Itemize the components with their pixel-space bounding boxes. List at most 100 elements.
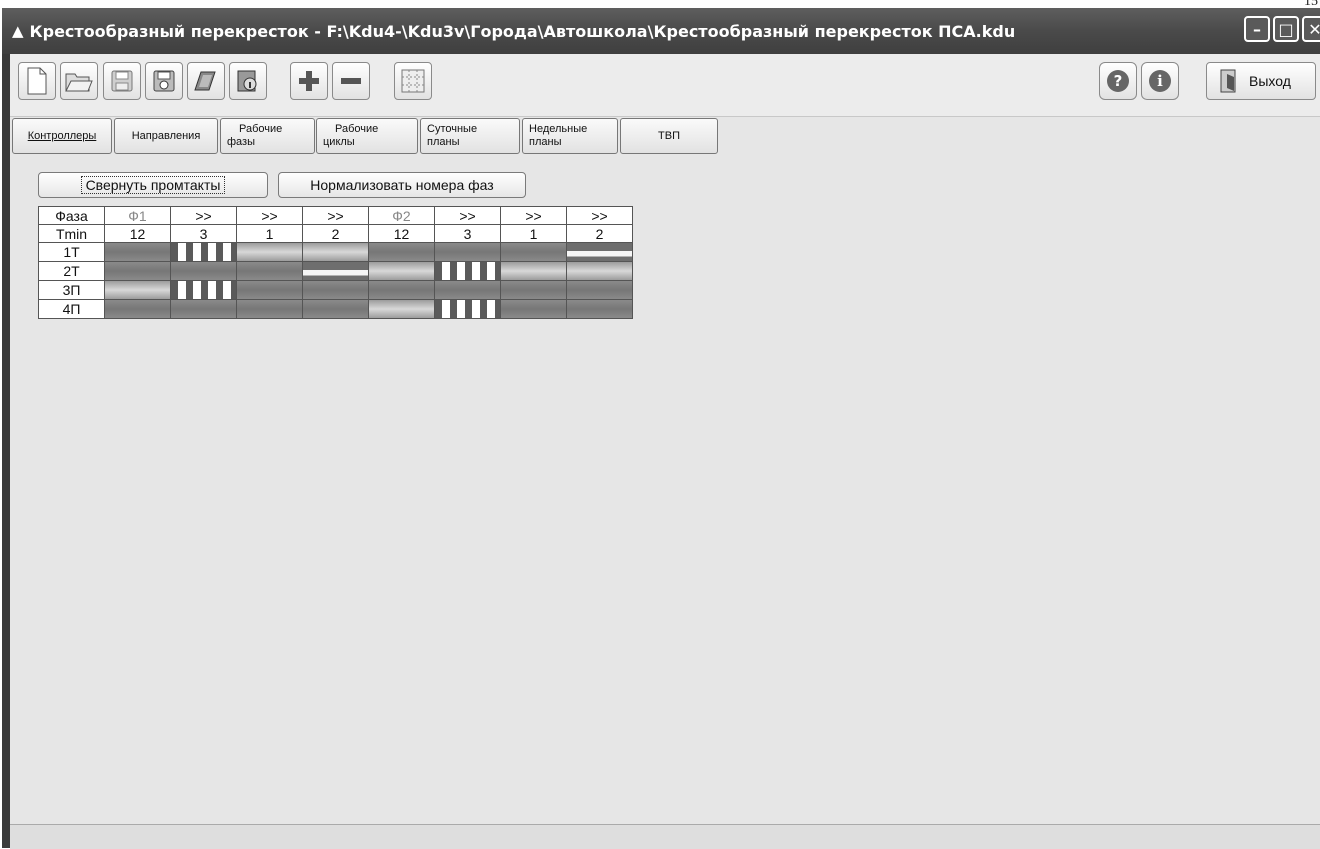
properties-icon: [237, 70, 257, 92]
info-icon: i: [1149, 70, 1171, 92]
signal-cell[interactable]: [500, 242, 567, 262]
tmin-row-label: Tmin: [38, 224, 105, 243]
exit-door-icon: [1220, 69, 1236, 93]
direction-row: 3П: [38, 280, 633, 300]
collapse-intertacts-button[interactable]: Свернуть промтакты: [38, 172, 268, 198]
intersection-button[interactable]: [394, 62, 432, 100]
tmin-cell[interactable]: 3: [434, 224, 501, 243]
phase-row-label: Фаза: [38, 206, 105, 225]
intersection-icon: [401, 69, 425, 93]
signal-cell[interactable]: [434, 261, 501, 281]
tab-daily-plans[interactable]: Суточные планы: [420, 118, 520, 154]
tmin-cell[interactable]: 2: [566, 224, 633, 243]
toolbar: ? i Выход: [10, 54, 1320, 117]
signal-cell[interactable]: [170, 280, 237, 300]
exit-button[interactable]: Выход: [1206, 62, 1316, 100]
remove-icon: [341, 78, 361, 84]
phase-cell[interactable]: >>: [236, 206, 303, 225]
signal-cell[interactable]: [170, 261, 237, 281]
title-bar: ▲ Крестообразный перекресток - F:\Kdu4-\…: [2, 8, 1320, 54]
edit-icon: [194, 71, 216, 91]
window-title: Крестообразный перекресток - F:\Kdu4-\Kd…: [29, 21, 1016, 41]
save-as-icon: [153, 70, 175, 92]
app-logo-icon: ▲: [12, 22, 24, 40]
signal-cell[interactable]: [236, 242, 303, 262]
close-button[interactable]: ✕: [1302, 16, 1320, 42]
signal-cell[interactable]: [302, 299, 369, 319]
direction-label: 1Т: [38, 242, 105, 262]
phase-cell[interactable]: Ф1: [104, 206, 171, 225]
phase-cell[interactable]: >>: [434, 206, 501, 225]
signal-cell[interactable]: [104, 299, 171, 319]
signal-cell[interactable]: [368, 299, 435, 319]
info-button[interactable]: i: [1141, 62, 1179, 100]
signal-cell[interactable]: [368, 261, 435, 281]
signal-cell[interactable]: [566, 299, 633, 319]
properties-button[interactable]: [229, 62, 267, 100]
phase-cell[interactable]: >>: [302, 206, 369, 225]
signal-cell[interactable]: [434, 280, 501, 300]
phase-cell[interactable]: Ф2: [368, 206, 435, 225]
tmin-cell[interactable]: 12: [368, 224, 435, 243]
normalize-phases-button[interactable]: Нормализовать номера фаз: [278, 172, 526, 198]
open-button[interactable]: [60, 62, 98, 100]
signal-cell[interactable]: [500, 280, 567, 300]
tab-weekly-plans[interactable]: Недельные планы: [522, 118, 618, 154]
direction-row: 1Т: [38, 242, 633, 262]
save-button[interactable]: [103, 62, 141, 100]
remove-button[interactable]: [332, 62, 370, 100]
tmin-cell[interactable]: 12: [104, 224, 171, 243]
signal-cell[interactable]: [104, 261, 171, 281]
signal-cell[interactable]: [566, 242, 633, 262]
tab-work-phases[interactable]: Рабочие фазы: [220, 118, 315, 154]
minimize-button[interactable]: –: [1244, 16, 1270, 42]
tmin-cell[interactable]: 3: [170, 224, 237, 243]
signal-cell[interactable]: [566, 261, 633, 281]
edit-button[interactable]: [187, 62, 225, 100]
signal-cell[interactable]: [170, 299, 237, 319]
add-button[interactable]: [290, 62, 328, 100]
tab-controllers[interactable]: Контроллеры: [12, 118, 112, 154]
help-icon: ?: [1107, 70, 1129, 92]
tmin-cell[interactable]: 1: [236, 224, 303, 243]
direction-label: 4П: [38, 299, 105, 319]
signal-cell[interactable]: [368, 280, 435, 300]
signal-cell[interactable]: [434, 299, 501, 319]
signal-cell[interactable]: [104, 280, 171, 300]
open-folder-icon: [65, 73, 93, 92]
signal-cell[interactable]: [236, 280, 303, 300]
signal-cell[interactable]: [236, 299, 303, 319]
save-icon: [111, 70, 133, 92]
signal-cell[interactable]: [302, 280, 369, 300]
tmin-cell[interactable]: 1: [500, 224, 567, 243]
tmin-cell[interactable]: 2: [302, 224, 369, 243]
phase-cell[interactable]: >>: [170, 206, 237, 225]
tab-tvp[interactable]: ТВП: [620, 118, 718, 154]
direction-label: 2Т: [38, 261, 105, 281]
maximize-button[interactable]: □: [1273, 16, 1299, 42]
tab-directions[interactable]: Направления: [114, 118, 218, 154]
new-file-button[interactable]: [18, 62, 56, 100]
svg-text:?: ?: [1114, 72, 1123, 90]
signal-cell[interactable]: [500, 299, 567, 319]
signal-cell[interactable]: [104, 242, 171, 262]
exit-label: Выход: [1249, 73, 1291, 89]
tab-work-cycles[interactable]: Рабочие циклы: [316, 118, 418, 154]
signal-cell[interactable]: [302, 242, 369, 262]
direction-row: 4П: [38, 299, 633, 319]
status-bar: [10, 824, 1320, 849]
signal-cell[interactable]: [500, 261, 567, 281]
help-button[interactable]: ?: [1099, 62, 1137, 100]
signal-cell[interactable]: [236, 261, 303, 281]
signal-cell[interactable]: [566, 280, 633, 300]
app-window: ▲ Крестообразный перекресток - F:\Kdu4-\…: [2, 8, 1320, 849]
signal-cell[interactable]: [434, 242, 501, 262]
direction-label: 3П: [38, 280, 105, 300]
signal-cell[interactable]: [302, 261, 369, 281]
phase-grid: Фаза Ф1 >> >> >> Ф2 >> >> >> Tmin 12 3 1…: [38, 206, 633, 319]
signal-cell[interactable]: [170, 242, 237, 262]
phase-cell[interactable]: >>: [500, 206, 567, 225]
signal-cell[interactable]: [368, 242, 435, 262]
save-as-button[interactable]: [145, 62, 183, 100]
phase-cell[interactable]: >>: [566, 206, 633, 225]
